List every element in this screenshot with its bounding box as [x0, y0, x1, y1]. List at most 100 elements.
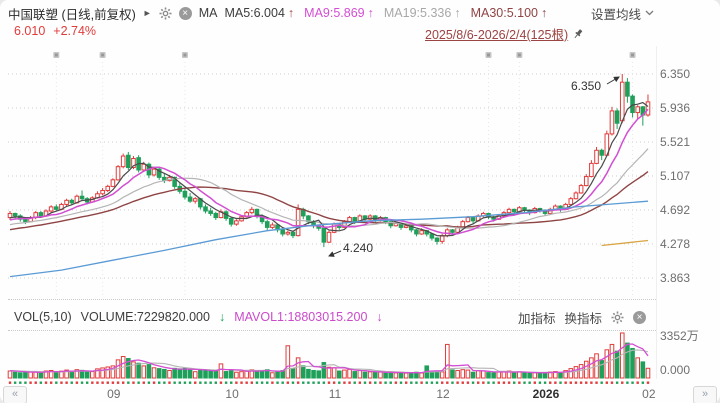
candle[interactable]: [271, 225, 275, 227]
scroll-right-button[interactable]: »: [693, 386, 717, 403]
close-indicator-icon[interactable]: ×: [179, 7, 192, 20]
volume-bar[interactable]: [523, 373, 527, 378]
volume-bar[interactable]: [260, 371, 264, 378]
candle[interactable]: [281, 230, 285, 234]
candle[interactable]: [579, 186, 583, 193]
candle[interactable]: [595, 150, 599, 163]
candle[interactable]: [55, 207, 59, 209]
volume-bar[interactable]: [296, 358, 300, 378]
candle[interactable]: [13, 213, 17, 215]
volume-bar[interactable]: [497, 372, 501, 378]
volume-bar[interactable]: [307, 369, 311, 378]
volume-bar[interactable]: [204, 370, 208, 378]
volume-bar[interactable]: [574, 367, 578, 378]
volume-bar[interactable]: [384, 373, 388, 378]
volume-bar[interactable]: [327, 367, 331, 378]
volume-bar[interactable]: [152, 368, 156, 378]
candle[interactable]: [214, 213, 218, 217]
volume-bar[interactable]: [286, 346, 290, 378]
candle[interactable]: [471, 218, 475, 221]
add-indicator-button[interactable]: 加指标: [518, 308, 556, 327]
candle[interactable]: [430, 234, 434, 238]
volume-bar[interactable]: [13, 372, 17, 378]
candle[interactable]: [569, 199, 573, 205]
volume-bar[interactable]: [615, 351, 619, 378]
candle[interactable]: [152, 169, 156, 175]
volume-bar[interactable]: [91, 372, 95, 378]
volume-bar[interactable]: [229, 370, 233, 378]
candle[interactable]: [235, 221, 239, 224]
volume-bar[interactable]: [312, 370, 316, 378]
volume-bar[interactable]: [235, 372, 239, 378]
candle[interactable]: [451, 230, 455, 232]
candle[interactable]: [111, 180, 115, 187]
volume-close-icon[interactable]: ×: [633, 311, 646, 324]
volume-bar[interactable]: [600, 361, 604, 378]
volume-bar[interactable]: [301, 366, 305, 378]
volume-bar[interactable]: [358, 370, 362, 378]
volume-bar[interactable]: [209, 371, 213, 378]
candle[interactable]: [646, 102, 650, 115]
volume-bar[interactable]: [39, 373, 43, 378]
volume-bar[interactable]: [24, 372, 28, 378]
volume-bar[interactable]: [214, 371, 218, 378]
volume-bar[interactable]: [373, 372, 377, 378]
volume-bar[interactable]: [255, 371, 259, 378]
volume-bar[interactable]: [466, 370, 470, 378]
volume-bar[interactable]: [8, 371, 12, 378]
volume-bar[interactable]: [569, 369, 573, 378]
volume-bar[interactable]: [317, 371, 321, 378]
volume-bar[interactable]: [538, 373, 542, 378]
volume-bar[interactable]: [610, 344, 614, 378]
volume-bar[interactable]: [55, 372, 59, 378]
candle[interactable]: [584, 177, 588, 186]
volume-bar[interactable]: [626, 343, 630, 378]
volume-bar[interactable]: [157, 369, 161, 378]
volume-bar[interactable]: [168, 370, 172, 378]
candle[interactable]: [116, 167, 120, 180]
candle[interactable]: [8, 213, 12, 217]
scroll-left-button[interactable]: «: [3, 386, 27, 403]
candle[interactable]: [265, 222, 269, 228]
volume-bar[interactable]: [456, 370, 460, 378]
volume-bar[interactable]: [142, 366, 146, 378]
candle[interactable]: [70, 200, 74, 202]
volume-bar[interactable]: [29, 372, 33, 378]
volume-bar[interactable]: [348, 369, 352, 378]
volume-bar[interactable]: [559, 373, 563, 378]
candle[interactable]: [39, 213, 43, 216]
candle[interactable]: [291, 232, 295, 235]
volume-bar[interactable]: [492, 373, 496, 378]
volume-bar[interactable]: [245, 371, 249, 378]
volume-bar[interactable]: [291, 369, 295, 378]
candle[interactable]: [65, 200, 69, 204]
candle[interactable]: [610, 111, 614, 134]
candle[interactable]: [24, 219, 28, 221]
volume-bar[interactable]: [276, 372, 280, 378]
candle[interactable]: [183, 191, 187, 197]
candle[interactable]: [574, 193, 578, 199]
volume-bar[interactable]: [451, 370, 455, 378]
volume-bar[interactable]: [337, 371, 341, 378]
volume-bar[interactable]: [636, 358, 640, 378]
volume-bar[interactable]: [193, 372, 197, 378]
volume-bar[interactable]: [240, 372, 244, 378]
volume-bar[interactable]: [446, 344, 450, 378]
candle[interactable]: [600, 150, 604, 155]
volume-bar[interactable]: [178, 369, 182, 378]
volume-bar[interactable]: [137, 363, 141, 378]
candle[interactable]: [435, 238, 439, 241]
candle[interactable]: [286, 232, 290, 234]
expand-title-icon[interactable]: ►: [143, 8, 152, 18]
volume-bar[interactable]: [471, 372, 475, 378]
candle[interactable]: [127, 155, 131, 167]
candle[interactable]: [404, 226, 408, 228]
volume-bar[interactable]: [199, 369, 203, 378]
volume-bar[interactable]: [579, 365, 583, 378]
volume-bar[interactable]: [641, 362, 645, 378]
volume-bar[interactable]: [461, 370, 465, 378]
candle[interactable]: [420, 231, 424, 234]
candle[interactable]: [620, 82, 624, 121]
volume-chart-canvas[interactable]: [0, 332, 720, 379]
volume-bar[interactable]: [18, 373, 22, 378]
